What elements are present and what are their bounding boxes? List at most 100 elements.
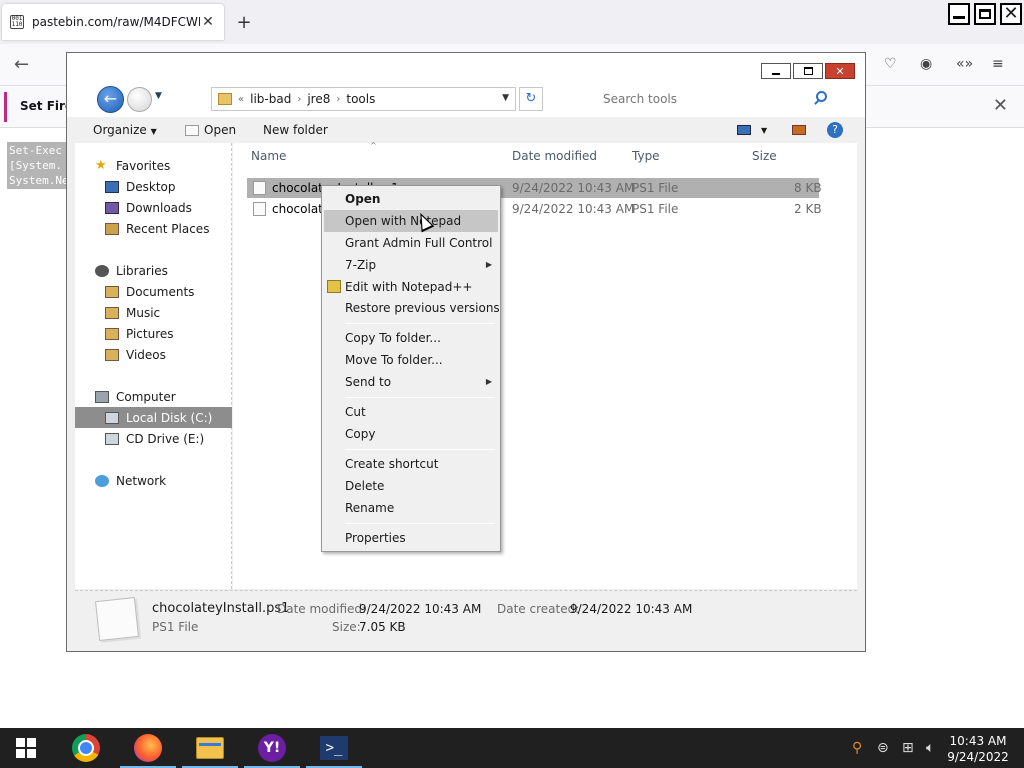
videos-icon xyxy=(105,348,119,361)
minimize-button[interactable] xyxy=(761,63,791,79)
menu-item-delete[interactable]: Delete xyxy=(324,475,498,497)
hard-drive-icon xyxy=(105,411,119,424)
sidebar-item-recent-places[interactable]: Recent Places xyxy=(75,218,232,239)
sidebar-item-pictures[interactable]: Pictures xyxy=(75,323,232,344)
breadcrumb-tools[interactable]: tools xyxy=(346,92,375,106)
hamburger-menu-icon[interactable]: ≡ xyxy=(992,56,1004,72)
column-header-size[interactable]: Size xyxy=(752,149,777,163)
organize-button[interactable]: Organize ▼ xyxy=(93,123,157,137)
browser-tabstrip: 001 110 pastebin.com/raw/M4DFCWR1 ✕ + ✕ xyxy=(0,0,1024,44)
details-date-modified-label: Date modified: xyxy=(277,602,367,616)
sidebar-item-music[interactable]: Music xyxy=(75,302,232,323)
pocket-icon[interactable]: ♡ xyxy=(884,56,897,72)
infobar-close-icon[interactable]: ✕ xyxy=(993,95,1008,116)
firefox-icon xyxy=(134,734,162,762)
menu-item-properties[interactable]: Properties xyxy=(324,527,498,549)
chevron-down-icon[interactable]: ▼ xyxy=(502,93,509,103)
sidebar-item-documents[interactable]: Documents xyxy=(75,281,232,302)
details-size: 7.05 KB xyxy=(359,620,406,634)
sidebar-item-favorites[interactable]: ★ Favorites xyxy=(75,155,232,176)
menu-item-move-to-folder[interactable]: Move To folder... xyxy=(324,349,498,371)
search-box[interactable] xyxy=(595,87,835,111)
column-header-name[interactable]: Name xyxy=(251,149,286,163)
forward-button[interactable] xyxy=(127,87,152,112)
volume-icon[interactable]: 🔈︎ xyxy=(926,740,934,756)
vpn-icon[interactable]: «» xyxy=(956,56,973,72)
sidebar-item-libraries[interactable]: Libraries xyxy=(75,260,232,281)
address-row: ← ▼ « lib-bad › jre8 › tools ▼ ↻ xyxy=(67,83,865,117)
back-arrow-icon[interactable]: ← xyxy=(14,54,29,75)
sidebar-item-cd-drive[interactable]: CD Drive (E:) xyxy=(75,428,232,449)
sidebar-item-local-disk[interactable]: Local Disk (C:) xyxy=(75,407,232,428)
start-button[interactable] xyxy=(16,738,36,758)
chevron-right-icon: ▶ xyxy=(485,377,492,386)
chevron-down-icon[interactable]: ▼ xyxy=(761,126,767,135)
menu-separator xyxy=(345,397,495,398)
preview-pane-icon[interactable] xyxy=(792,125,806,135)
menu-item-open-with-notepad[interactable]: Open with Notepad xyxy=(324,210,498,232)
open-file-icon xyxy=(185,125,199,136)
menu-item-copy-to-folder[interactable]: Copy To folder... xyxy=(324,327,498,349)
breadcrumb-jre8[interactable]: jre8 xyxy=(307,92,330,106)
powershell-icon: >_ xyxy=(320,736,348,760)
close-button[interactable]: ✕ xyxy=(825,63,855,79)
sidebar-item-downloads[interactable]: Downloads xyxy=(75,197,232,218)
new-folder-button[interactable]: New folder xyxy=(263,123,328,137)
chevron-right-icon[interactable]: › xyxy=(336,94,340,105)
breadcrumb-lib-bad[interactable]: lib-bad xyxy=(250,92,291,106)
search-tray-icon[interactable]: ⚲ xyxy=(852,740,862,756)
taskbar-chrome[interactable] xyxy=(70,732,102,764)
details-size-label: Size: xyxy=(332,620,361,634)
sidebar-item-videos[interactable]: Videos xyxy=(75,344,232,365)
column-header-date-modified[interactable]: Date modified xyxy=(512,149,597,163)
command-bar: Organize ▼ Open New folder ▼ ? xyxy=(67,117,865,143)
taskbar-firefox[interactable] xyxy=(120,732,176,768)
taskbar-powershell[interactable]: >_ xyxy=(306,732,362,768)
taskbar-yahoo[interactable]: Y! xyxy=(244,732,300,768)
view-options-icon[interactable] xyxy=(737,125,751,135)
chevron-down-icon: ▼ xyxy=(150,127,157,136)
explorer-titlebar[interactable]: ✕ xyxy=(67,53,865,83)
star-icon: ★ xyxy=(95,157,107,173)
refresh-button[interactable]: ↻ xyxy=(519,87,543,111)
menu-item-7zip[interactable]: 7-Zip ▶ xyxy=(324,254,498,276)
sidebar-item-computer[interactable]: Computer xyxy=(75,386,232,407)
menu-item-cut[interactable]: Cut xyxy=(324,401,498,423)
search-icon[interactable] xyxy=(816,91,827,102)
browser-minimize-button[interactable] xyxy=(948,3,970,25)
help-icon[interactable]: ? xyxy=(827,122,843,138)
menu-item-create-shortcut[interactable]: Create shortcut xyxy=(324,453,498,475)
back-button[interactable]: ← xyxy=(97,86,124,113)
menu-item-send-to[interactable]: Send to ▶ xyxy=(324,371,498,393)
open-button[interactable]: Open xyxy=(204,123,236,137)
extension-icon[interactable]: ◉ xyxy=(920,56,932,72)
chevron-right-icon[interactable]: › xyxy=(297,94,301,105)
network-tray-icon[interactable]: ⊞ xyxy=(902,740,914,756)
menu-item-grant-admin[interactable]: Grant Admin Full Control xyxy=(324,232,498,254)
sidebar-item-network[interactable]: Network xyxy=(75,470,232,491)
browser-close-button[interactable]: ✕ xyxy=(1000,3,1022,25)
browser-restore-button[interactable] xyxy=(974,3,996,25)
context-menu: Open Open with Notepad Grant Admin Full … xyxy=(321,185,501,552)
menu-item-edit-notepadpp[interactable]: Edit with Notepad++ xyxy=(324,276,498,298)
recent-pages-dropdown-icon[interactable]: ▼ xyxy=(155,91,162,101)
notification-tray-icon[interactable]: ⊜ xyxy=(877,740,889,756)
menu-separator xyxy=(345,449,495,450)
file-date: 9/24/2022 10:43 AM xyxy=(512,181,635,195)
search-input[interactable] xyxy=(603,92,803,106)
pastebin-favicon-icon: 001 110 xyxy=(10,15,24,29)
menu-item-restore-versions[interactable]: Restore previous versions xyxy=(324,297,500,319)
menu-item-copy[interactable]: Copy xyxy=(324,423,498,445)
maximize-button[interactable] xyxy=(793,63,823,79)
browser-tab[interactable]: 001 110 pastebin.com/raw/M4DFCWR1 ✕ xyxy=(2,4,224,40)
new-tab-button[interactable]: + xyxy=(234,12,254,33)
address-bar[interactable]: « lib-bad › jre8 › tools ▼ xyxy=(211,87,516,111)
menu-item-rename[interactable]: Rename xyxy=(324,497,498,519)
sidebar-item-desktop[interactable]: Desktop xyxy=(75,176,232,197)
tab-close-icon[interactable]: ✕ xyxy=(200,14,216,30)
column-header-type[interactable]: Type xyxy=(632,149,660,163)
taskbar-file-explorer[interactable] xyxy=(182,732,238,768)
libraries-icon xyxy=(95,264,109,277)
menu-item-open[interactable]: Open xyxy=(324,188,498,210)
taskbar-clock[interactable]: 10:43 AM 9/24/2022 xyxy=(944,733,1012,765)
